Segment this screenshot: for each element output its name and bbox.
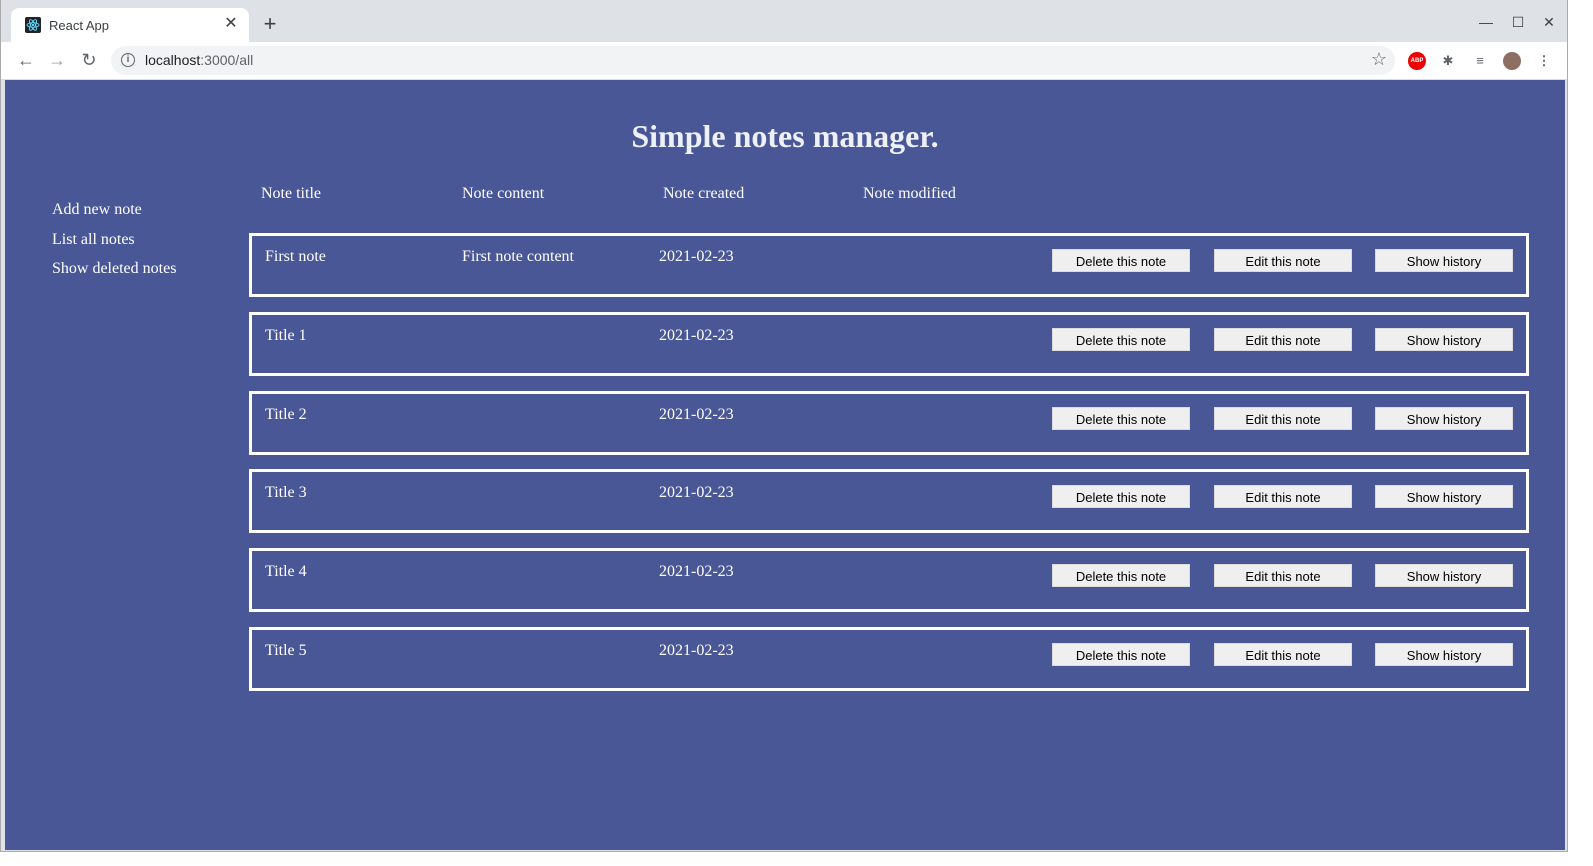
note-created: 2021-02-23 [659,484,734,502]
close-tab-icon[interactable]: ✕ [223,16,239,32]
column-header-title: Note title [261,185,321,202]
note-row: Title 4 2021-02-23 Delete this note Edit th… [249,548,1529,613]
sidebar-item-list-all[interactable]: List all notes [52,230,176,260]
sidebar: Add new note List all notes Show deleted… [52,200,176,289]
react-favicon-icon [25,17,41,33]
show-history-button[interactable]: Show history [1375,406,1513,430]
delete-note-button[interactable]: Delete this note [1052,485,1190,509]
close-window-icon[interactable]: ✕ [1539,12,1559,32]
show-history-button[interactable]: Show history [1375,249,1513,272]
maximize-icon[interactable]: ☐ [1508,12,1528,32]
minimize-icon[interactable]: — [1476,12,1496,32]
site-info-icon[interactable]: i [121,53,135,67]
show-history-button[interactable]: Show history [1375,485,1513,509]
edit-note-button[interactable]: Edit this note [1214,406,1352,430]
note-content: First note content [462,248,574,265]
adblock-icon[interactable]: ABP [1408,52,1426,70]
profile-avatar[interactable] [1503,52,1521,70]
browser-window: React App ✕ + — ☐ ✕ ← → ↻ i localhost:30… [0,0,1568,852]
note-row: First note First note content 2021-02-23 De… [249,233,1529,297]
note-created: 2021-02-23 [659,563,734,581]
note-row: Title 5 2021-02-23 Delete this note Edit th… [249,627,1529,691]
show-history-button[interactable]: Show history [1375,643,1513,666]
new-tab-icon[interactable]: + [259,13,281,36]
note-created: 2021-02-23 [659,326,734,344]
edit-note-button[interactable]: Edit this note [1214,249,1352,272]
note-title: First note [265,248,326,265]
bookmark-star-icon[interactable]: ☆ [1371,49,1387,70]
note-created: 2021-02-23 [659,405,734,423]
browser-tab[interactable]: React App ✕ [11,8,249,42]
delete-note-button[interactable]: Delete this note [1052,249,1190,272]
edit-note-button[interactable]: Edit this note [1214,327,1352,351]
back-icon[interactable]: ← [13,48,39,72]
app-viewport: Simple notes manager. Add new note List … [5,80,1565,850]
media-playlist-icon[interactable]: ≡ [1471,52,1489,70]
note-title: Title 5 [265,642,307,659]
sidebar-item-show-deleted[interactable]: Show deleted notes [52,259,176,289]
note-row: Title 2 2021-02-23 Delete this note Edit th… [249,390,1529,455]
page-title: Simple notes manager. [631,118,939,154]
column-header-modified: Note modified [863,185,956,202]
edit-note-button[interactable]: Edit this note [1214,485,1352,509]
note-title: Title 1 [265,326,307,344]
edit-note-button[interactable]: Edit this note [1214,643,1352,666]
note-created: 2021-02-23 [659,642,734,659]
show-history-button[interactable]: Show history [1375,564,1513,588]
delete-note-button[interactable]: Delete this note [1052,564,1190,588]
edit-note-button[interactable]: Edit this note [1214,564,1352,588]
show-history-button[interactable]: Show history [1375,327,1513,351]
delete-note-button[interactable]: Delete this note [1052,406,1190,430]
delete-note-button[interactable]: Delete this note [1052,643,1190,666]
note-title: Title 4 [265,563,307,581]
delete-note-button[interactable]: Delete this note [1052,327,1190,351]
url-host: localhost [145,52,201,68]
note-created: 2021-02-23 [659,248,734,265]
note-title: Title 2 [265,405,307,423]
url-text: localhost:3000/all [145,52,253,68]
extensions-puzzle-icon[interactable]: ✱ [1439,52,1457,70]
note-title: Title 3 [265,484,307,502]
tab-strip: React App ✕ + — ☐ ✕ [1,0,1567,42]
browser-toolbar: ← → ↻ i localhost:3000/all ☆ ABP ✱ ≡ ⋮ [1,42,1567,80]
tab-title: React App [49,18,109,33]
address-bar[interactable]: i localhost:3000/all ☆ [111,46,1395,75]
column-header-content: Note content [462,185,545,202]
note-row: Title 1 2021-02-23 Delete this note Edit th… [249,311,1529,376]
browser-menu-icon[interactable]: ⋮ [1535,52,1553,70]
sidebar-item-add-note[interactable]: Add new note [52,200,176,230]
note-row: Title 3 2021-02-23 Delete this note Edit th… [249,469,1529,534]
reload-icon[interactable]: ↻ [76,48,102,72]
forward-icon[interactable]: → [44,48,70,72]
url-path: :3000/all [200,52,254,68]
column-header-created: Note created [663,185,745,202]
